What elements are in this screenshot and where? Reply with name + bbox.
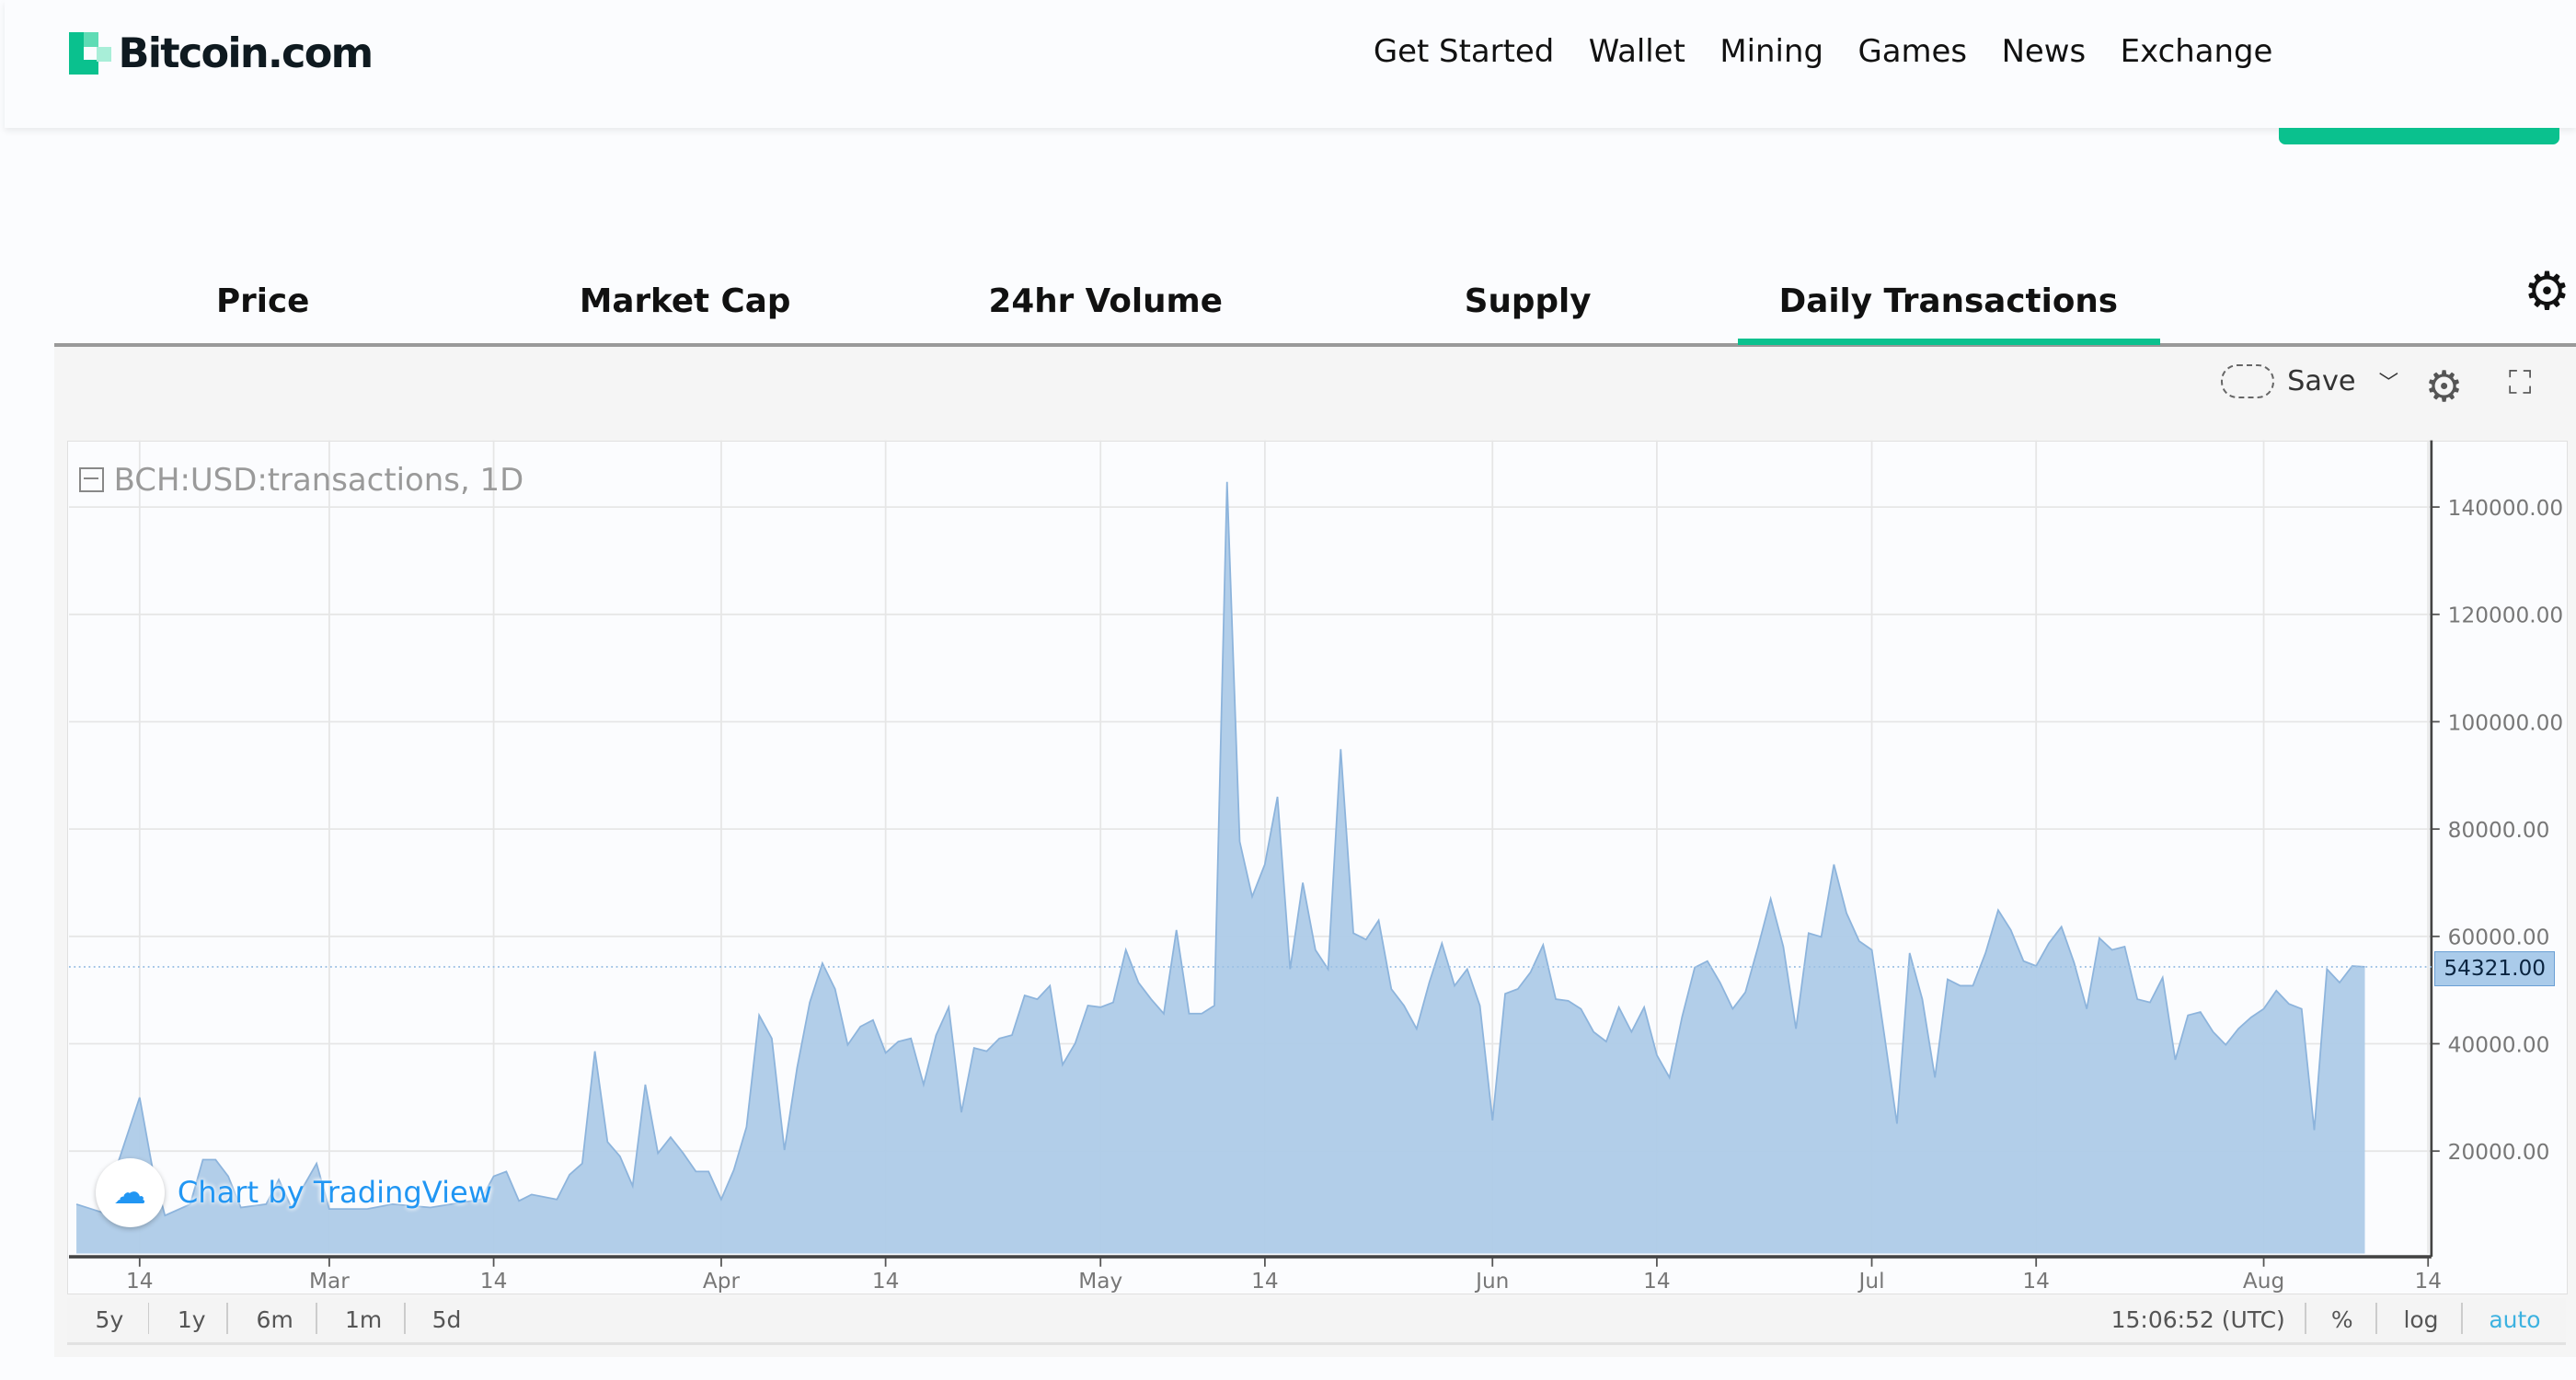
divider [2460,1303,2463,1334]
divider [2305,1303,2307,1334]
x-tick-label: Jun [1474,1269,1509,1294]
chart-bottom-bar: 5y 1y 6m 1m 5d 15:06:52 (UTC) % log auto [67,1297,2567,1345]
y-tick-label: 80000.00 [2448,818,2550,843]
x-tick-label: 14 [2414,1269,2442,1294]
range-6m[interactable]: 6m [257,1306,293,1333]
tradingview-watermark[interactable]: ☁ Chart by TradingView [95,1157,493,1227]
current-value-label: 54321.00 [2434,950,2555,986]
divider [315,1303,317,1334]
divider [404,1303,407,1334]
x-tick-label: 14 [480,1269,508,1294]
area-fill [76,481,2365,1254]
range-5d[interactable]: 5d [432,1306,462,1333]
auto-toggle[interactable]: auto [2489,1306,2540,1333]
y-tick-label: 40000.00 [2448,1032,2550,1057]
x-tick-label: Aug [2243,1269,2284,1294]
x-tick-label: 14 [1643,1269,1671,1294]
x-tick-label: Mar [309,1269,350,1294]
x-tick-label: 14 [1251,1269,1279,1294]
x-tick-label: 14 [872,1269,900,1294]
utc-clock[interactable]: 15:06:52 (UTC) [2111,1306,2285,1333]
y-tick-label: 140000.00 [2448,496,2563,521]
x-tick-label: Apr [703,1269,741,1294]
x-tick-label: 14 [126,1269,154,1294]
divider [147,1303,150,1334]
range-1m[interactable]: 1m [345,1306,382,1333]
log-toggle[interactable]: log [2403,1306,2438,1333]
range-5y[interactable]: 5y [96,1306,124,1333]
watermark-text: Chart by TradingView [177,1175,493,1211]
series-legend[interactable]: BCH:USD:transactions, 1D [78,461,524,498]
y-tick-label: 60000.00 [2448,926,2550,950]
collapse-icon[interactable] [78,466,104,492]
percent-toggle[interactable]: % [2331,1306,2353,1333]
x-tick-label: 14 [2022,1269,2050,1294]
x-tick-label: Jul [1857,1269,1885,1294]
tradingview-cloud-icon: ☁ [95,1157,165,1227]
divider [226,1303,229,1334]
divider [2375,1303,2377,1334]
x-tick-label: May [1078,1269,1122,1294]
legend-text: BCH:USD:transactions, 1D [113,461,524,498]
y-tick-label: 20000.00 [2448,1140,2550,1165]
y-tick-label: 100000.00 [2448,710,2563,735]
range-1y[interactable]: 1y [178,1306,206,1333]
y-tick-label: 120000.00 [2448,604,2563,628]
